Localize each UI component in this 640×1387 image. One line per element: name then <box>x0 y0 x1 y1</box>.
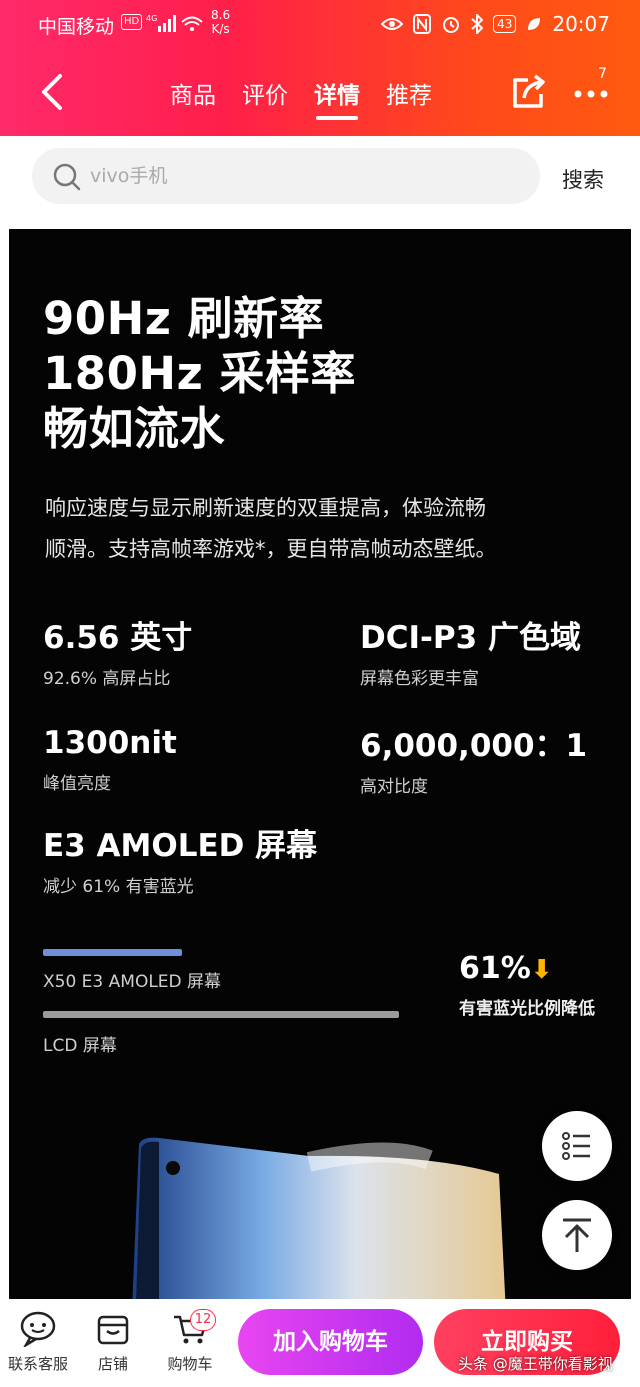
product-detail-image: 90Hz 刷新率 180Hz 采样率 畅如流水 响应速度与显示刷新速度的双重提高… <box>9 229 631 1299</box>
chat-icon <box>20 1311 56 1347</box>
more-badge: 7 <box>598 66 607 82</box>
customer-service-label: 联系客服 <box>7 1355 68 1373</box>
spec-contrast: 6,000,000：1 高对比度 <box>360 728 587 797</box>
product-detail-page: 中国移动 HD 4G 8.6 K/s 43 20:07 商品 评价 详情 推荐 … <box>0 0 640 1387</box>
arrow-up-icon <box>563 1218 591 1252</box>
description-line-1: 响应速度与显示刷新速度的双重提高，体验流畅 <box>45 496 486 520</box>
nfc-icon <box>413 14 432 34</box>
comparison-bar-amoled <box>43 949 182 956</box>
reduction-percent: 61%⬇ <box>459 951 553 986</box>
top-nav: 商品 评价 详情 推荐 7 <box>0 56 640 126</box>
hd-indicator: HD <box>121 14 143 30</box>
net-speed-unit: K/s <box>211 22 230 36</box>
spec-caption: 92.6% 高屏占比 <box>43 669 171 689</box>
eye-icon <box>381 18 404 30</box>
spec-caption: 屏幕色彩更丰富 <box>360 669 479 689</box>
spec-caption: 高对比度 <box>360 777 428 797</box>
spec-amoled: E3 AMOLED 屏幕 减少 61% 有害蓝光 <box>43 828 317 897</box>
clock: 20:07 <box>552 12 610 36</box>
search-bar: 搜索 <box>0 136 640 224</box>
carrier-name: 中国移动 <box>38 16 115 38</box>
share-button[interactable] <box>508 72 548 112</box>
store-label: 店铺 <box>97 1355 128 1373</box>
chevron-left-icon <box>42 74 62 110</box>
description-line-2: 顺滑。支持高帧率游戏*，更自带高帧动态壁纸。 <box>45 537 497 561</box>
cart-count-badge: 12 <box>190 1309 216 1331</box>
net-speed-value: 8.6 <box>211 8 231 22</box>
spec-value: 6,000,000：1 <box>360 728 588 764</box>
list-menu-button[interactable] <box>542 1111 612 1181</box>
comparison-label-amoled: X50 E3 AMOLED 屏幕 <box>43 972 222 992</box>
tab-goods[interactable]: 商品 <box>170 76 216 120</box>
watermark: 头条 @魔王带你看影视 <box>458 1355 613 1373</box>
cart-label: 购物车 <box>167 1355 213 1373</box>
list-icon <box>562 1132 590 1160</box>
signal-icon: 4G <box>146 12 206 39</box>
description: 响应速度与显示刷新速度的双重提高，体验流畅 顺滑。支持高帧率游戏*，更自带高帧动… <box>45 488 565 570</box>
more-dots-icon <box>574 90 608 98</box>
phone-illustration <box>132 1137 506 1299</box>
store-icon <box>97 1315 129 1345</box>
spec-screen-size: 6.56 英寸 92.6% 高屏占比 <box>43 620 192 689</box>
back-button[interactable] <box>34 70 74 114</box>
battery-level: 43 <box>493 15 517 33</box>
svg-text:4G: 4G <box>146 14 157 23</box>
back-to-top-button[interactable] <box>542 1200 612 1270</box>
reduction-label: 有害蓝光比例降低 <box>459 999 595 1019</box>
arrow-down-icon: ⬇ <box>530 955 553 985</box>
search-input[interactable] <box>90 160 510 192</box>
share-icon <box>513 74 545 108</box>
comparison-bar-lcd <box>43 1011 399 1018</box>
leaf-icon <box>528 18 541 30</box>
bluetooth-icon <box>471 14 484 34</box>
spec-brightness: 1300nit 峰值亮度 <box>43 725 177 794</box>
spec-caption: 减少 61% 有害蓝光 <box>43 877 194 897</box>
tab-recommend[interactable]: 推荐 <box>386 76 432 120</box>
spec-value: 1300nit <box>43 725 177 761</box>
spec-color-gamut: DCI-P3 广色域 屏幕色彩更丰富 <box>360 620 581 689</box>
tab-details[interactable]: 详情 <box>314 76 360 120</box>
more-button[interactable] <box>570 72 618 112</box>
add-to-cart-button[interactable]: 加入购物车 <box>238 1309 423 1375</box>
alarm-icon <box>443 17 460 33</box>
comparison-label-lcd: LCD 屏幕 <box>43 1036 117 1056</box>
status-bar: 中国移动 HD 4G 8.6 K/s 43 20:07 <box>0 0 640 50</box>
headline: 90Hz 刷新率 180Hz 采样率 畅如流水 <box>43 291 356 456</box>
percent-value: 61% <box>459 951 531 986</box>
headline-line-3: 畅如流水 <box>43 402 226 455</box>
header: 中国移动 HD 4G 8.6 K/s 43 20:07 商品 评价 详情 推荐 … <box>0 0 640 136</box>
customer-service-button[interactable]: 联系客服 <box>6 1309 70 1374</box>
search-icon <box>53 163 81 191</box>
search-button[interactable]: 搜索 <box>562 164 604 194</box>
search-box[interactable] <box>32 148 540 204</box>
spec-value: DCI-P3 广色域 <box>360 620 581 656</box>
network-speed: 8.6 K/s <box>211 8 230 36</box>
headline-line-2: 180Hz 采样率 <box>43 347 356 400</box>
spec-value: 6.56 英寸 <box>43 620 193 656</box>
spec-value: E3 AMOLED 屏幕 <box>43 828 318 864</box>
spec-caption: 峰值亮度 <box>43 774 111 794</box>
nav-tabs: 商品 评价 详情 推荐 <box>170 76 432 120</box>
store-button[interactable]: 店铺 <box>88 1309 138 1374</box>
tab-reviews[interactable]: 评价 <box>242 76 288 120</box>
headline-line-1: 90Hz 刷新率 <box>43 292 325 345</box>
status-icons: 43 20:07 <box>381 12 610 36</box>
